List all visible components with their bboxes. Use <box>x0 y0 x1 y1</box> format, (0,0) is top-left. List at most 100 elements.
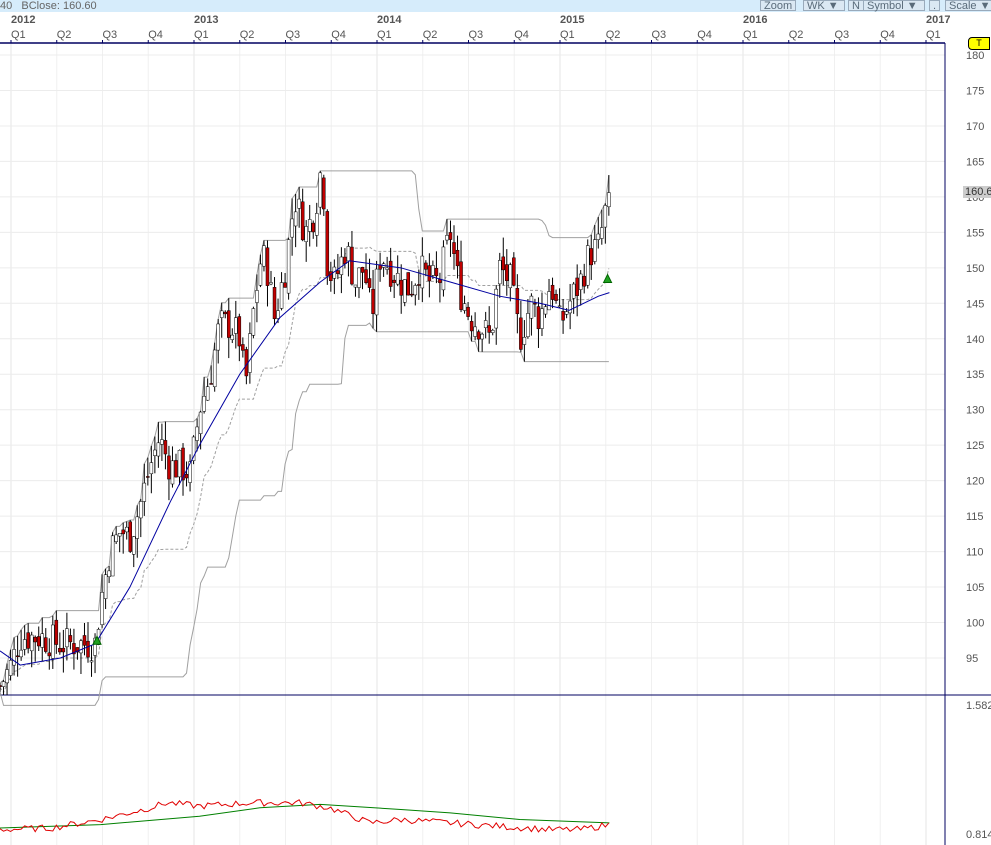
candle-body <box>395 273 400 285</box>
candle-body <box>114 534 118 542</box>
candle-body <box>216 323 220 351</box>
candle-body <box>110 535 115 577</box>
buy-triangle-icon <box>602 273 613 283</box>
candle-body <box>0 685 2 687</box>
quarter-label: Q2 <box>57 29 72 41</box>
candle-body <box>219 310 224 318</box>
year-label: 2013 <box>194 14 218 26</box>
candle-body <box>198 411 203 434</box>
last-price-label: 160.6 <box>963 186 991 198</box>
candle-body <box>1 681 6 687</box>
tag-t[interactable]: T <box>968 37 990 50</box>
candle-body <box>22 639 27 650</box>
candle-body <box>374 268 379 316</box>
candle-body <box>406 272 411 296</box>
candle-body <box>132 536 136 555</box>
candle-body <box>476 331 481 340</box>
quarter-label: Q3 <box>469 29 484 41</box>
candle-body <box>311 222 315 233</box>
candle-body <box>40 633 45 648</box>
candle-body <box>360 266 365 273</box>
candle-body <box>156 442 161 457</box>
candle-body <box>58 648 62 653</box>
candle-body <box>241 344 245 351</box>
candle-body <box>234 317 238 334</box>
year-label: 2017 <box>926 14 950 26</box>
candle-body <box>420 255 425 289</box>
candle-body <box>455 249 460 267</box>
candle-body <box>230 334 235 340</box>
candle-body <box>107 570 111 578</box>
candle-body <box>269 282 273 285</box>
candle-body <box>367 278 372 288</box>
candle-body <box>258 263 263 286</box>
candle-body <box>223 311 228 315</box>
quarter-label: Q2 <box>240 29 255 41</box>
candle-body <box>473 326 477 337</box>
candle-body <box>515 288 520 315</box>
candle-body <box>462 303 467 311</box>
candle-body <box>36 636 41 647</box>
price-channel <box>0 170 610 706</box>
quarter-label: Q1 <box>560 29 575 41</box>
candle-body <box>568 300 572 314</box>
price-tick-label: 110 <box>966 547 984 559</box>
candle-body <box>399 279 403 296</box>
candle-body <box>237 316 242 347</box>
candle-body <box>596 233 601 240</box>
candle-body <box>512 257 516 286</box>
candle-body <box>371 288 375 314</box>
candle-body <box>452 242 456 254</box>
candle-body <box>276 310 280 319</box>
candle-body <box>33 636 37 643</box>
candle-body <box>480 333 484 340</box>
candle-body <box>19 649 23 658</box>
candle-body <box>12 649 16 666</box>
quarter-label: Q4 <box>514 29 529 41</box>
candle-body <box>304 226 308 242</box>
candle-body <box>388 260 393 287</box>
candle-body <box>300 201 305 241</box>
candle-body <box>582 275 586 287</box>
quarter-label: Q1 <box>743 29 758 41</box>
candle-body <box>603 205 608 228</box>
candle-body <box>160 439 164 445</box>
candle-body <box>434 268 439 277</box>
candle-body <box>153 449 157 456</box>
price-tick-label: 120 <box>966 476 984 488</box>
candle-body <box>600 227 604 239</box>
candle-body <box>593 239 597 262</box>
candle-body <box>571 283 576 299</box>
candle-body <box>61 647 66 653</box>
candle-body <box>146 476 150 478</box>
price-tick-label: 105 <box>966 582 984 594</box>
quarter-label: Q2 <box>423 29 438 41</box>
candle-body <box>402 279 407 303</box>
candle-body <box>410 293 414 296</box>
candle-body <box>322 177 326 210</box>
candle-body <box>89 660 94 663</box>
candle-body <box>543 306 548 315</box>
price-tick-label: 100 <box>966 618 984 630</box>
candle-body <box>170 460 175 485</box>
price-chart[interactable]: Q1 2012 Q2 Q3 Q4 Q1 2013 Q2 Q3 Q4 Q1 2014 Q2 Q3 Q4 Q1 20… <box>0 0 991 845</box>
price-tick-label: 130 <box>966 405 984 417</box>
candle-body <box>501 256 506 271</box>
candle-body <box>255 290 259 303</box>
candle-body <box>139 501 143 519</box>
candle-body <box>307 219 312 232</box>
candle-body <box>343 256 347 264</box>
candle-body <box>466 306 470 317</box>
quarter-label: Q4 <box>148 29 163 41</box>
candle-body <box>522 337 527 345</box>
candle-body <box>554 293 558 301</box>
quarter-label: Q4 <box>331 29 346 41</box>
grid <box>0 43 945 845</box>
candle-body <box>508 264 513 289</box>
price-tick-label: 170 <box>966 121 984 133</box>
price-tick-label: 95 <box>966 653 978 665</box>
candle-body <box>561 311 565 321</box>
candle-body <box>272 287 277 320</box>
quarter-label: Q1 <box>194 29 209 41</box>
candle-body <box>346 246 351 262</box>
